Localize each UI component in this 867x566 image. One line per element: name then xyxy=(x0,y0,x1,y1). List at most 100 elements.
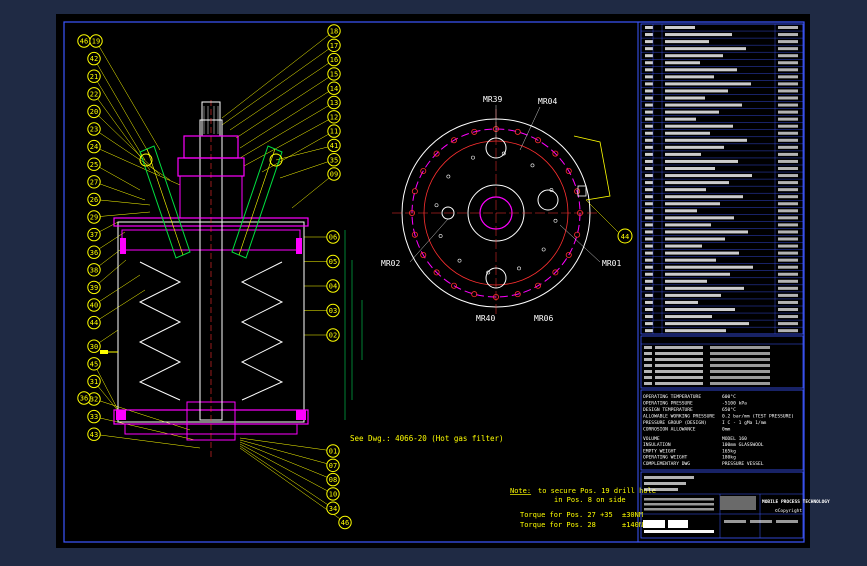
svg-text:11: 11 xyxy=(330,128,338,136)
balloon-right-bottom-4: 34 xyxy=(326,501,340,515)
balloon-right-mid-3: 03 xyxy=(326,303,340,318)
balloon-left-22: 33 xyxy=(87,409,101,424)
design-row-value: 100mm GLASSWOOL xyxy=(722,442,764,448)
balloon-left-6: 23 xyxy=(87,122,101,136)
note-label: Note: xyxy=(510,487,531,495)
svg-text:30: 30 xyxy=(90,343,98,351)
balloon-right-mid-1: 05 xyxy=(326,254,340,269)
svg-text:37: 37 xyxy=(90,231,98,239)
balloon-left-20: 31 xyxy=(87,374,101,389)
design-row-label: INSULATION xyxy=(643,442,671,448)
svg-text:42: 42 xyxy=(90,55,98,63)
label-mr06: MR06 xyxy=(534,314,553,323)
svg-text:40: 40 xyxy=(90,302,98,310)
svg-text:21: 21 xyxy=(90,73,98,81)
note-text-1: to secure Pos. 19 drill hole xyxy=(538,487,656,495)
svg-text:20: 20 xyxy=(90,108,98,116)
flange-bolt-right xyxy=(296,238,302,254)
parts-list xyxy=(640,23,804,335)
balloon-left-2: 42 xyxy=(87,51,101,66)
svg-text:04: 04 xyxy=(329,283,337,291)
svg-text:32: 32 xyxy=(90,396,98,404)
balloon-left-8: 25 xyxy=(87,157,101,171)
svg-text:27: 27 xyxy=(90,178,98,186)
design-row-label: COMPLEMENTARY DWG xyxy=(643,461,690,467)
svg-text:35: 35 xyxy=(330,156,338,164)
balloon-left-16: 40 xyxy=(87,298,101,312)
svg-text:14: 14 xyxy=(330,85,338,93)
svg-text:31: 31 xyxy=(90,378,98,386)
svg-text:44: 44 xyxy=(90,319,98,327)
balloon-left-18: 30 xyxy=(87,339,101,353)
design-row-value: -5100 kPa xyxy=(722,401,747,407)
design-row-value: MODEL 160 xyxy=(722,436,747,442)
balloon-right-bottom-2: 08 xyxy=(326,472,340,487)
balloon-left-extra: 36 xyxy=(77,391,91,405)
see-dwg-note: See Dwg.: 4066-20 (Hot gas filter) xyxy=(350,434,504,443)
svg-text:26: 26 xyxy=(90,196,98,204)
svg-text:25: 25 xyxy=(90,161,98,169)
svg-text:43: 43 xyxy=(90,431,98,439)
balloon-right-mid-0: 06 xyxy=(326,230,340,244)
design-row-label: PRESSURE GROUP (DESIGN) xyxy=(643,420,707,426)
design-row-value: 0mm xyxy=(722,427,731,433)
svg-text:46: 46 xyxy=(341,519,349,527)
design-row-value: PRESSURE VESSEL xyxy=(722,461,764,467)
design-row-label: DESIGN TEMPERATURE xyxy=(643,407,693,413)
svg-text:12: 12 xyxy=(330,113,338,121)
balloon-left-15: 39 xyxy=(87,280,101,295)
torque-1-label: Torque for Pos. 27 +35 xyxy=(520,511,613,519)
balloon-left-13: 36 xyxy=(87,245,101,259)
svg-text:23: 23 xyxy=(90,126,98,134)
balloon-left-0: 46 xyxy=(77,34,91,48)
label-mr04: MR04 xyxy=(538,97,557,106)
svg-text:39: 39 xyxy=(90,284,98,292)
balloon-left-5: 20 xyxy=(87,104,101,119)
balloon-right-top-1: 17 xyxy=(327,38,341,52)
balloon-left-3: 21 xyxy=(87,69,101,83)
svg-text:29: 29 xyxy=(90,214,98,222)
copyright: ©Copyright xyxy=(775,508,802,514)
cad-drawing-viewer: 46 19 42 21 22 20 23 24 25 27 26 29 37 36 38 39 40 44 30 45… xyxy=(0,0,867,562)
balloon-right-top-10: 09 xyxy=(327,167,341,181)
label-mr39: MR39 xyxy=(483,95,502,104)
balloon-right-top-7: 11 xyxy=(327,124,341,138)
balloon-right-bottom-3: 10 xyxy=(326,487,340,501)
balloon-right-mid-4: 02 xyxy=(326,328,340,342)
svg-text:07: 07 xyxy=(329,462,337,470)
svg-text:17: 17 xyxy=(330,42,338,50)
svg-text:02: 02 xyxy=(329,332,337,340)
design-row-value: 0.2 bar/mm (TEST PRESSURE) xyxy=(722,414,794,420)
svg-text:34: 34 xyxy=(329,505,337,513)
design-row-label: OPERATING PRESSURE xyxy=(643,401,693,407)
bottom-bolt-right xyxy=(296,410,306,420)
svg-text:36: 36 xyxy=(80,395,88,403)
svg-text:36: 36 xyxy=(90,249,98,257)
balloon-left-19: 45 xyxy=(87,357,101,371)
svg-text:46: 46 xyxy=(80,38,88,46)
balloon-left-14: 38 xyxy=(87,263,101,277)
balloon-left-7: 24 xyxy=(87,139,101,154)
design-row-value: 650°C xyxy=(722,407,736,413)
balloon-left-4: 22 xyxy=(87,87,101,101)
balloon-left-10: 26 xyxy=(87,192,101,207)
balloon-left-9: 27 xyxy=(87,175,101,189)
flange-bolt-left xyxy=(120,238,126,254)
design-row-value: I C - 1 gMa 1/mm xyxy=(722,420,766,426)
svg-text:19: 19 xyxy=(92,38,100,46)
company-logo xyxy=(720,496,756,510)
design-row-label: CORROSION ALLOWANCE xyxy=(643,427,696,433)
svg-text:15: 15 xyxy=(330,71,338,79)
svg-text:24: 24 xyxy=(90,143,98,151)
design-row-label: EMPTY WEIGHT xyxy=(643,448,676,454)
design-row-label: OPERATING TEMPERATURE xyxy=(643,394,701,400)
label-mr40: MR40 xyxy=(476,314,495,323)
svg-text:13: 13 xyxy=(330,99,338,107)
balloon-right-top-6: 12 xyxy=(327,110,341,124)
drawing-canvas[interactable]: 46 19 42 21 22 20 23 24 25 27 26 29 37 36 38 39 40 44 30 45… xyxy=(0,0,867,562)
balloon-right-top-3: 15 xyxy=(327,67,341,81)
svg-text:03: 03 xyxy=(329,307,337,315)
balloon-right-bottom-5: 46 xyxy=(338,515,352,530)
design-row-value: 180kg xyxy=(722,455,736,461)
label-mr02: MR02 xyxy=(381,259,400,268)
